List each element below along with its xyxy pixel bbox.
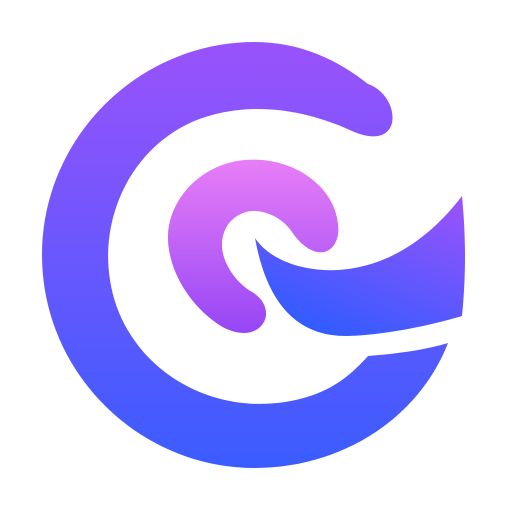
swirl-logo-icon xyxy=(42,42,465,468)
outer-ring-shape xyxy=(42,42,448,468)
logo-canvas xyxy=(0,0,512,512)
